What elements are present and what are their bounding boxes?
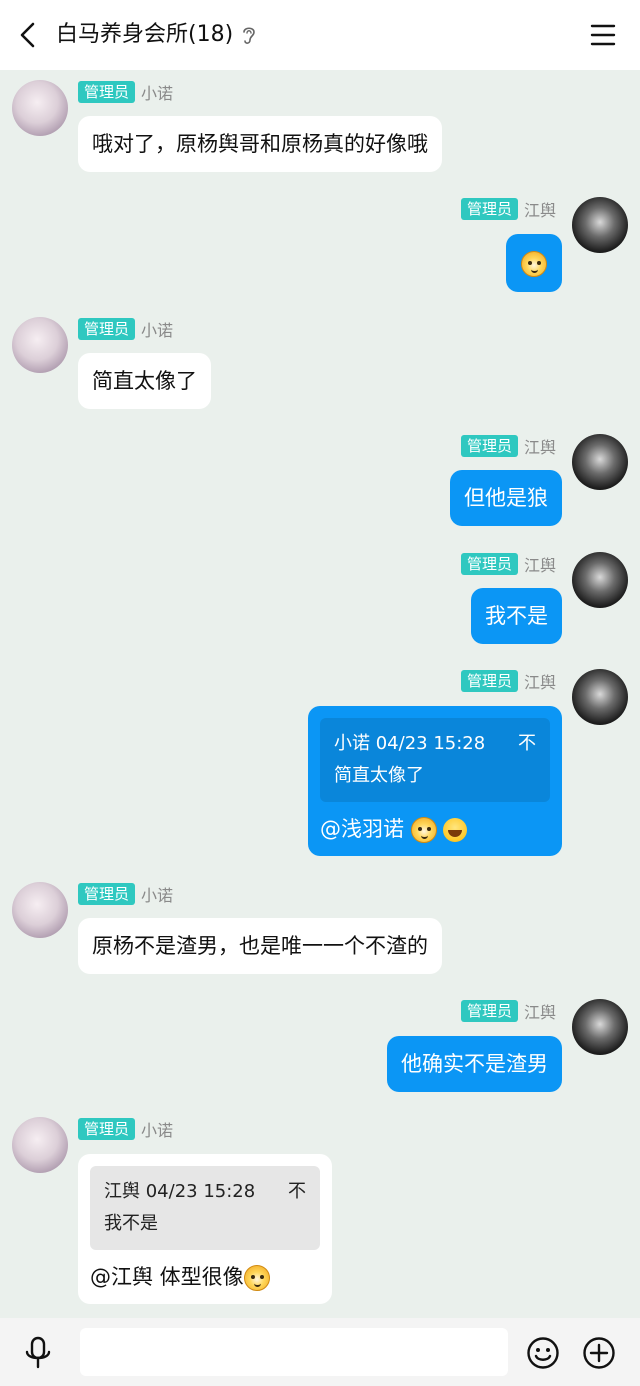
sender-name: 江舆 [523,201,556,220]
message-bubble[interactable]: 小诺 04/23 15:28 不 简直太像了 @浅羽诺 [308,706,562,856]
sender-name: 小诺 [141,321,174,340]
sender-name: 江舆 [523,438,556,457]
tiger-emoji-icon [243,1265,270,1291]
admin-badge: 管理员 [78,318,136,340]
message-bubble[interactable]: 我不是 [471,588,562,644]
chat-area[interactable]: 管理员 小诺 哦对了，原杨舆哥和原杨真的好像哦 管理员 江舆 管理员 小诺 简直… [0,70,640,1318]
microphone-icon[interactable] [22,1336,54,1370]
sender-name: 小诺 [141,886,174,905]
sender-name: 江舆 [523,1003,556,1022]
admin-badge: 管理员 [460,435,518,457]
avatar[interactable] [12,317,68,373]
plus-circle-icon[interactable] [582,1336,616,1370]
admin-badge: 管理员 [78,1118,136,1140]
avatar[interactable] [572,669,628,725]
chat-title[interactable]: 白马养身会所(18) [56,20,257,50]
hamburger-menu-icon[interactable] [590,22,616,48]
sender-meta: 管理员 江舆 [460,434,556,458]
sender-meta: 管理员 江舆 [460,197,556,221]
admin-badge: 管理员 [78,883,136,905]
admin-badge: 管理员 [460,1000,518,1022]
ear-icon [243,27,255,44]
quote-header: 小诺 04/23 15:28 [334,733,486,754]
sender-meta: 管理员 小诺 [78,882,173,906]
avatar[interactable] [12,882,68,938]
message-bubble[interactable]: 简直太像了 [78,353,211,409]
top-bar: 白马养身会所(18) [0,0,640,70]
message-bubble[interactable]: 江舆 04/23 15:28 不 我不是 @江舆 体型很像 [78,1154,332,1304]
quote-close-glyph[interactable]: 不 [288,1176,306,1208]
admin-badge: 管理员 [460,670,518,692]
avatar[interactable] [572,197,628,253]
sender-name: 江舆 [523,673,556,692]
quoted-message[interactable]: 小诺 04/23 15:28 不 简直太像了 [320,718,550,802]
avatar[interactable] [12,1117,68,1173]
chevron-left-icon[interactable] [14,20,44,50]
input-bar [0,1318,640,1386]
sender-meta: 管理员 江舆 [460,552,556,576]
sender-name: 小诺 [141,84,174,103]
quote-body: 我不是 [104,1213,158,1234]
mention-text: @浅羽诺 [320,817,411,841]
smiley-icon[interactable] [526,1336,560,1370]
sender-meta: 管理员 江舆 [460,999,556,1023]
laughing-emoji-icon [443,818,468,842]
message-input[interactable] [80,1328,508,1376]
mention-text: @江舆 体型很像 [90,1265,244,1289]
sender-name: 小诺 [141,1121,174,1140]
admin-badge: 管理员 [460,198,518,220]
message-bubble[interactable] [506,234,562,292]
message-bubble[interactable]: 他确实不是渣男 [387,1036,562,1092]
quote-close-glyph[interactable]: 不 [518,728,536,760]
tiger-emoji-icon [410,817,437,843]
avatar[interactable] [572,434,628,490]
sender-meta: 管理员 小诺 [78,1117,173,1141]
sender-meta: 管理员 江舆 [460,669,556,693]
quoted-message[interactable]: 江舆 04/23 15:28 不 我不是 [90,1166,320,1250]
avatar[interactable] [572,999,628,1055]
sender-name: 江舆 [523,556,556,575]
quote-header: 江舆 04/23 15:28 [104,1181,256,1202]
avatar[interactable] [12,80,68,136]
message-bubble[interactable]: 但他是狼 [450,470,562,526]
tiger-emoji-icon [521,251,547,277]
admin-badge: 管理员 [460,553,518,575]
sender-meta: 管理员 小诺 [78,80,173,104]
admin-badge: 管理员 [78,81,136,103]
group-name: 白马养身会所(18) [56,22,234,47]
sender-meta: 管理员 小诺 [78,317,173,341]
avatar[interactable] [572,552,628,608]
message-bubble[interactable]: 哦对了，原杨舆哥和原杨真的好像哦 [78,116,442,172]
message-bubble[interactable]: 原杨不是渣男，也是唯一一个不渣的 [78,918,442,974]
quote-body: 简直太像了 [334,765,424,786]
